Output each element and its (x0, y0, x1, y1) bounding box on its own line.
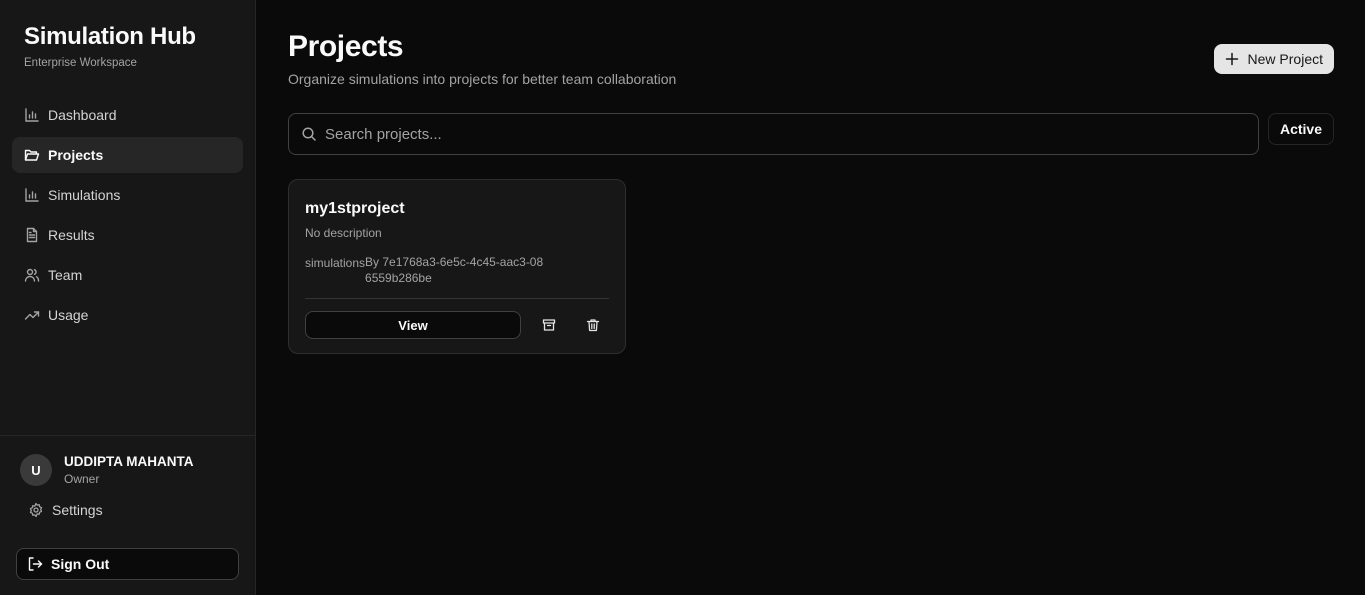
page-title: Projects (288, 30, 404, 63)
archive-icon (542, 319, 556, 331)
sidebar-item-label: Results (48, 227, 95, 243)
project-name: my1stproject (305, 200, 405, 217)
user-name: UDDIPTA MAHANTA (64, 454, 194, 469)
status-filter-value: Active (1279, 121, 1322, 137)
new-project-label: New Project (1247, 51, 1323, 67)
sidebar-item-projects[interactable]: Projects (12, 137, 243, 173)
status-filter-select[interactable]: Active (1267, 113, 1334, 145)
bar-chart-icon (24, 107, 40, 123)
app-root: Simulation Hub Enterprise Workspace Dash… (0, 0, 1365, 595)
brand-subtitle: Enterprise Workspace (24, 57, 137, 69)
project-card: my1stproject No description simulations … (288, 179, 626, 354)
avatar: U (20, 454, 52, 486)
card-actions: View (305, 311, 609, 339)
log-out-icon (28, 557, 43, 571)
bar-chart-icon (24, 187, 40, 203)
trending-up-icon (24, 307, 40, 323)
sidebar-item-team[interactable]: Team (12, 257, 243, 293)
main-content: Projects Organize simulations into proje… (256, 0, 1365, 595)
sidebar-item-label: Dashboard (48, 107, 117, 123)
sidebar-nav: Dashboard Projects Simulations Results T… (0, 97, 255, 333)
gear-icon (29, 502, 43, 518)
delete-button[interactable] (579, 311, 607, 339)
project-owner: By 7e1768a3-6e5c-4c45-aac3-086559b286be (365, 255, 544, 285)
project-meta: simulations By 7e1768a3-6e5c-4c45-aac3-0… (305, 254, 609, 286)
settings-link[interactable]: Settings (28, 500, 255, 520)
card-divider (305, 298, 609, 299)
project-description: No description (305, 226, 382, 240)
sidebar-item-results[interactable]: Results (12, 217, 243, 253)
page-subtitle: Organize simulations into projects for b… (288, 71, 677, 87)
user-info: UDDIPTA MAHANTA Owner (64, 454, 193, 486)
sidebar: Simulation Hub Enterprise Workspace Dash… (0, 0, 256, 595)
search-icon (302, 127, 316, 141)
sidebar-item-label: Usage (48, 307, 89, 323)
view-button[interactable]: View (305, 311, 521, 339)
sidebar-item-label: Team (48, 267, 83, 283)
sign-out-label: Sign Out (51, 556, 110, 572)
sidebar-item-usage[interactable]: Usage (12, 297, 243, 333)
sidebar-footer: U UDDIPTA MAHANTA Owner Settings Sign Ou… (0, 435, 255, 595)
sidebar-item-dashboard[interactable]: Dashboard (12, 97, 243, 133)
sidebar-item-label: Simulations (48, 187, 121, 203)
search-input[interactable] (325, 125, 1246, 143)
new-project-button[interactable]: New Project (1213, 44, 1334, 74)
folder-open-icon (24, 147, 40, 163)
brand: Simulation Hub Enterprise Workspace (0, 0, 255, 69)
sidebar-item-label: Projects (48, 147, 104, 163)
sign-out-button[interactable]: Sign Out (16, 548, 239, 580)
users-icon (24, 267, 40, 283)
plus-icon (1225, 52, 1238, 66)
trash-icon (586, 319, 600, 332)
user-role: Owner (64, 472, 100, 486)
brand-title: Simulation Hub (24, 23, 196, 50)
simulations-count: simulations (305, 256, 366, 270)
search-box (288, 113, 1259, 155)
sidebar-item-simulations[interactable]: Simulations (12, 177, 243, 213)
archive-button[interactable] (535, 311, 563, 339)
file-text-icon (24, 227, 40, 243)
user-profile: U UDDIPTA MAHANTA Owner (0, 436, 255, 486)
settings-label: Settings (52, 502, 103, 518)
